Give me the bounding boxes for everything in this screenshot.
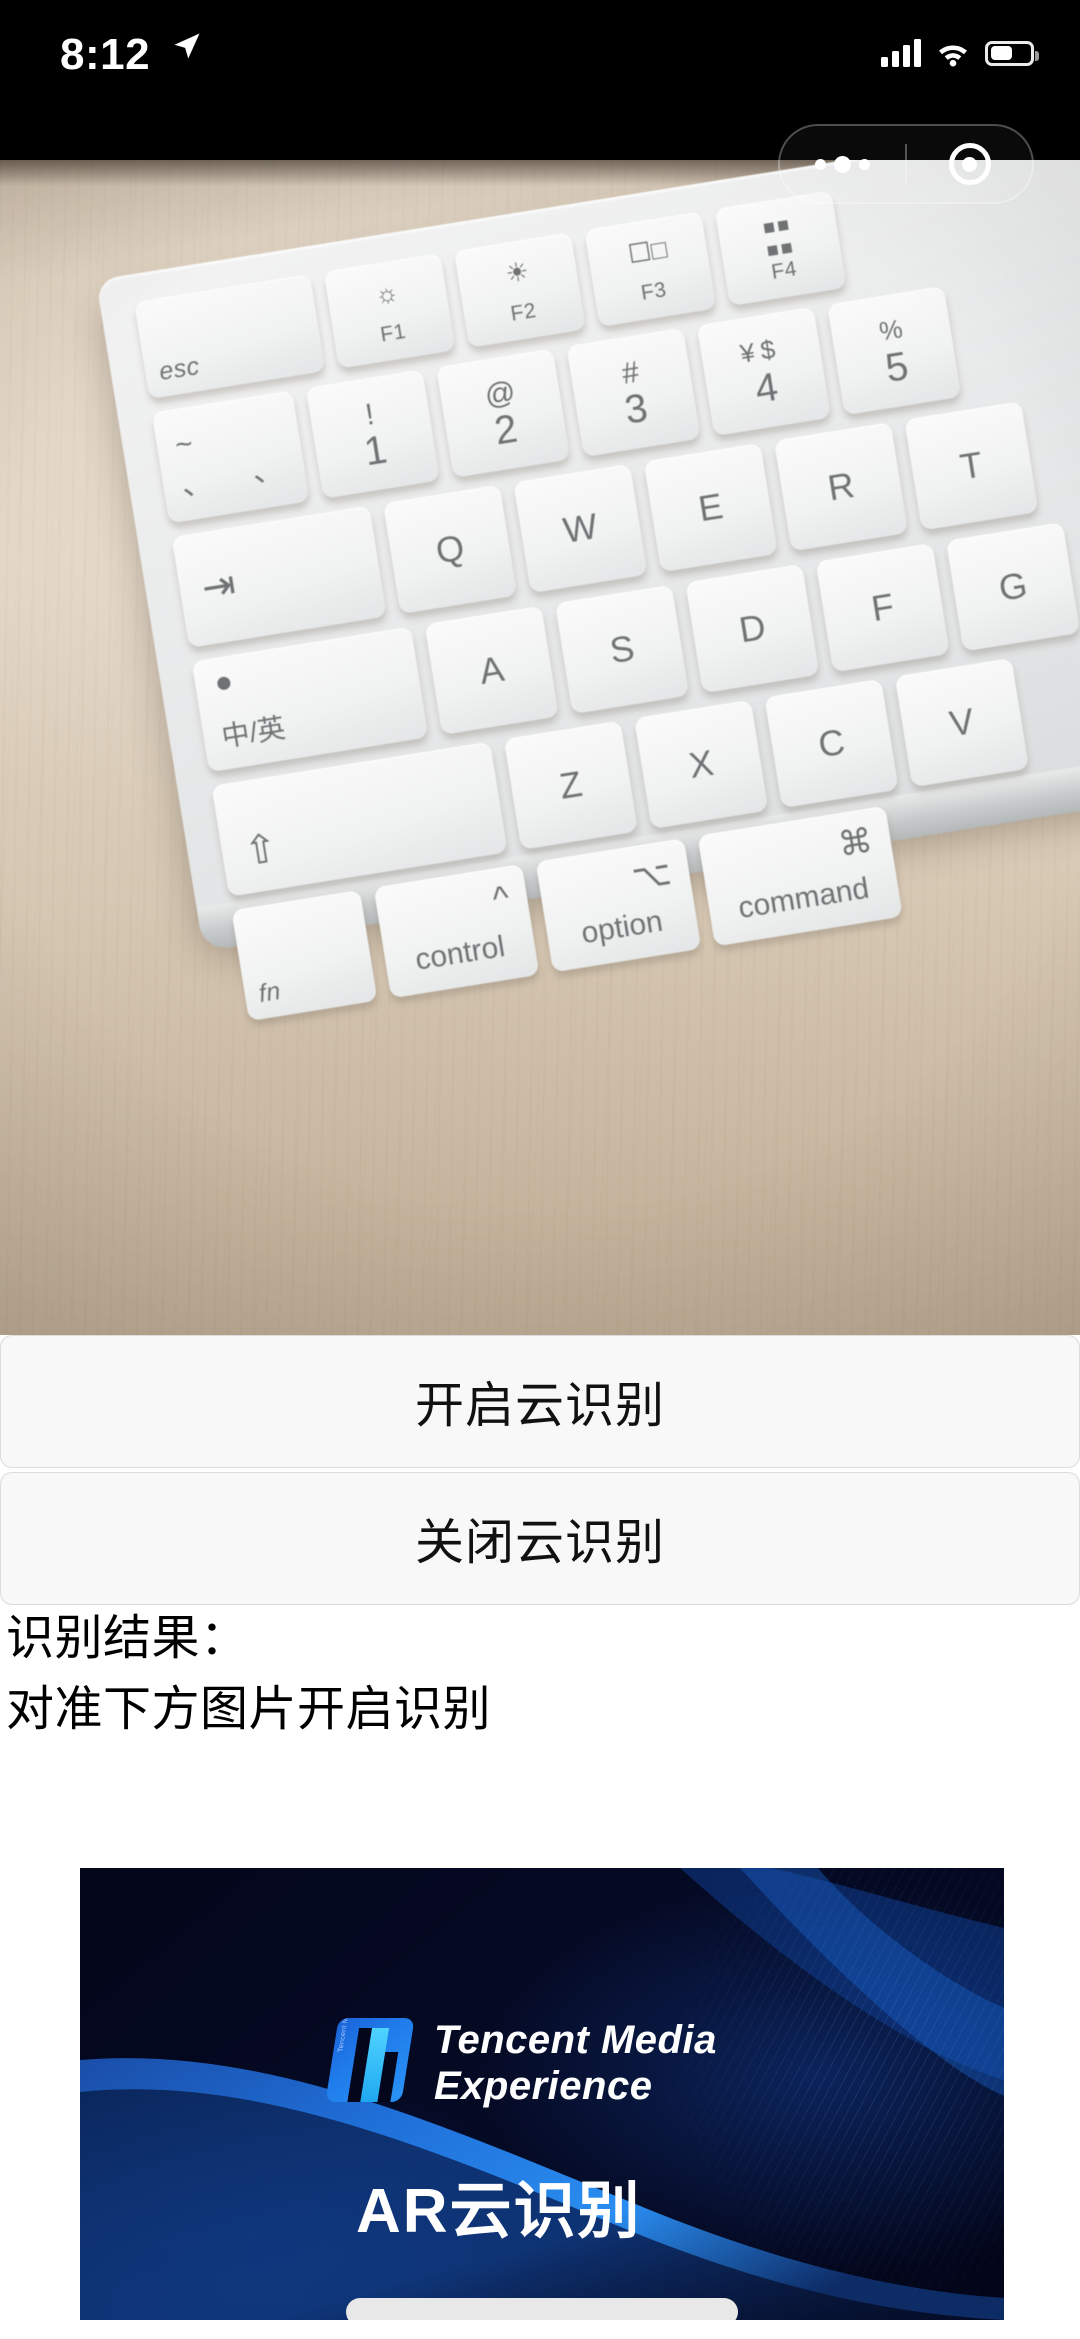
status-bar-indicators — [881, 33, 1039, 73]
close-target-icon — [948, 143, 991, 185]
banner-brand-line1: Tencent Media — [434, 2018, 717, 2062]
key-x: X — [634, 699, 769, 830]
key-e: E — [643, 443, 778, 573]
key-tilde: ~ 、 、 — [151, 390, 310, 524]
key-c: C — [764, 678, 899, 809]
key-w: W — [513, 463, 648, 594]
key-f4: ■■ ■■ F4 — [714, 190, 847, 307]
start-cloud-recognition-button[interactable]: 开启云识别 — [0, 1335, 1080, 1468]
status-bar-time: 8:12 — [60, 30, 151, 79]
wifi-icon — [939, 45, 967, 67]
key-f2: ☀ F2 — [453, 232, 586, 348]
battery-icon — [985, 40, 1039, 66]
key-v: V — [894, 657, 1030, 788]
key-control: ^ control — [373, 864, 540, 999]
tme-logo-icon: Tencent Media — [325, 2018, 415, 2102]
key-z: Z — [503, 720, 639, 850]
recognition-result-block: 识别结果： 对准下方图片开启识别 — [6, 1608, 906, 1741]
key-t: T — [904, 401, 1039, 531]
stop-cloud-recognition-button[interactable]: 关闭云识别 — [0, 1472, 1080, 1605]
location-arrow-icon — [174, 33, 200, 59]
banner-brand-lockup: Tencent Media Tencent Media Experience — [325, 2018, 717, 2109]
recognition-result-label: 识别结果： — [6, 1612, 249, 1665]
key-fn: fn — [231, 889, 378, 1022]
action-button-group: 开启云识别 关闭云识别 — [0, 1335, 1080, 1605]
key-d: D — [685, 563, 820, 694]
more-options-icon — [815, 155, 870, 173]
mini-program-capsule[interactable] — [778, 124, 1034, 204]
key-option: ⌥ option — [535, 838, 702, 973]
key-3: # 3 — [566, 327, 701, 458]
tme-logo-micro-text: Tencent Media — [337, 2018, 353, 2052]
key-1: ! 1 — [305, 369, 440, 499]
key-2: @ 2 — [436, 348, 571, 478]
key-f3: ☐□ F3 — [584, 211, 717, 327]
more-options-button[interactable] — [780, 126, 905, 202]
ar-target-banner-image: Tencent Media Tencent Media Experience A… — [80, 1868, 1004, 2320]
mini-program-page: 8:12 esc ☼ F1 ☀ F2 ☐□ F3 ■■ ■■ F4 ~ 、 、 … — [0, 0, 1080, 2339]
key-a: A — [424, 605, 559, 735]
key-g: G — [945, 522, 1080, 652]
key-s: S — [554, 584, 690, 715]
key-q: Q — [382, 484, 518, 615]
banner-brand-text: Tencent Media Experience — [434, 2018, 717, 2109]
key-r: R — [773, 422, 909, 552]
banner-bottom-pill — [346, 2298, 738, 2320]
key-f1: ☼ F1 — [323, 253, 456, 369]
cellular-signal-icon — [881, 39, 921, 67]
camera-live-preview[interactable]: esc ☼ F1 ☀ F2 ☐□ F3 ■■ ■■ F4 ~ 、 、 ! 1 @… — [0, 160, 1080, 1335]
banner-title: AR云识别 — [356, 2177, 642, 2246]
key-5: % 5 — [827, 286, 962, 416]
key-f: F — [815, 543, 950, 673]
recognition-result-value: 对准下方图片开启识别 — [6, 1683, 492, 1737]
close-button[interactable] — [907, 126, 1032, 202]
capslock-indicator-dot — [216, 675, 232, 691]
key-4: ¥$ 4 — [696, 306, 831, 437]
keyboard-object: esc ☼ F1 ☀ F2 ☐□ F3 ■■ ■■ F4 ~ 、 、 ! 1 @… — [96, 160, 1080, 1022]
banner-brand-line2: Experience — [434, 2063, 653, 2108]
